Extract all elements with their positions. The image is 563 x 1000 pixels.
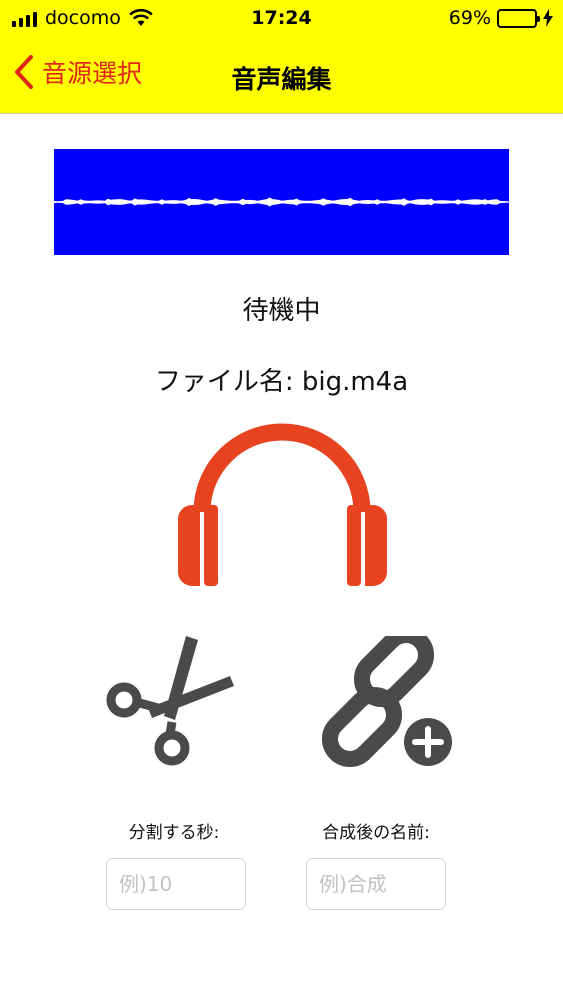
split-seconds-label: 分割する秒:	[128, 823, 220, 843]
battery-icon	[497, 8, 540, 28]
merge-name-label: 合成後の名前:	[322, 823, 430, 843]
playback-status: 待機中	[242, 296, 321, 326]
file-name-label: ファイル名: big.m4a	[154, 367, 409, 397]
status-right: 69%	[449, 7, 553, 29]
navigation-bar: 音源選択 音声編集	[0, 40, 563, 110]
page-title: 音声編集	[231, 65, 332, 94]
waveform-display	[54, 149, 509, 255]
battery-percent: 69%	[448, 7, 491, 29]
scissors-icon[interactable]	[102, 632, 234, 770]
status-bar: docomo 17:24 69%	[0, 0, 563, 38]
header: docomo 17:24 69% 音源選択 音声編集	[0, 0, 563, 114]
merge-name-input[interactable]	[306, 858, 446, 910]
split-seconds-input[interactable]	[106, 858, 246, 910]
headphones-icon[interactable]	[170, 408, 395, 596]
charging-bolt-icon	[543, 9, 553, 27]
link-add-icon[interactable]	[314, 636, 464, 771]
